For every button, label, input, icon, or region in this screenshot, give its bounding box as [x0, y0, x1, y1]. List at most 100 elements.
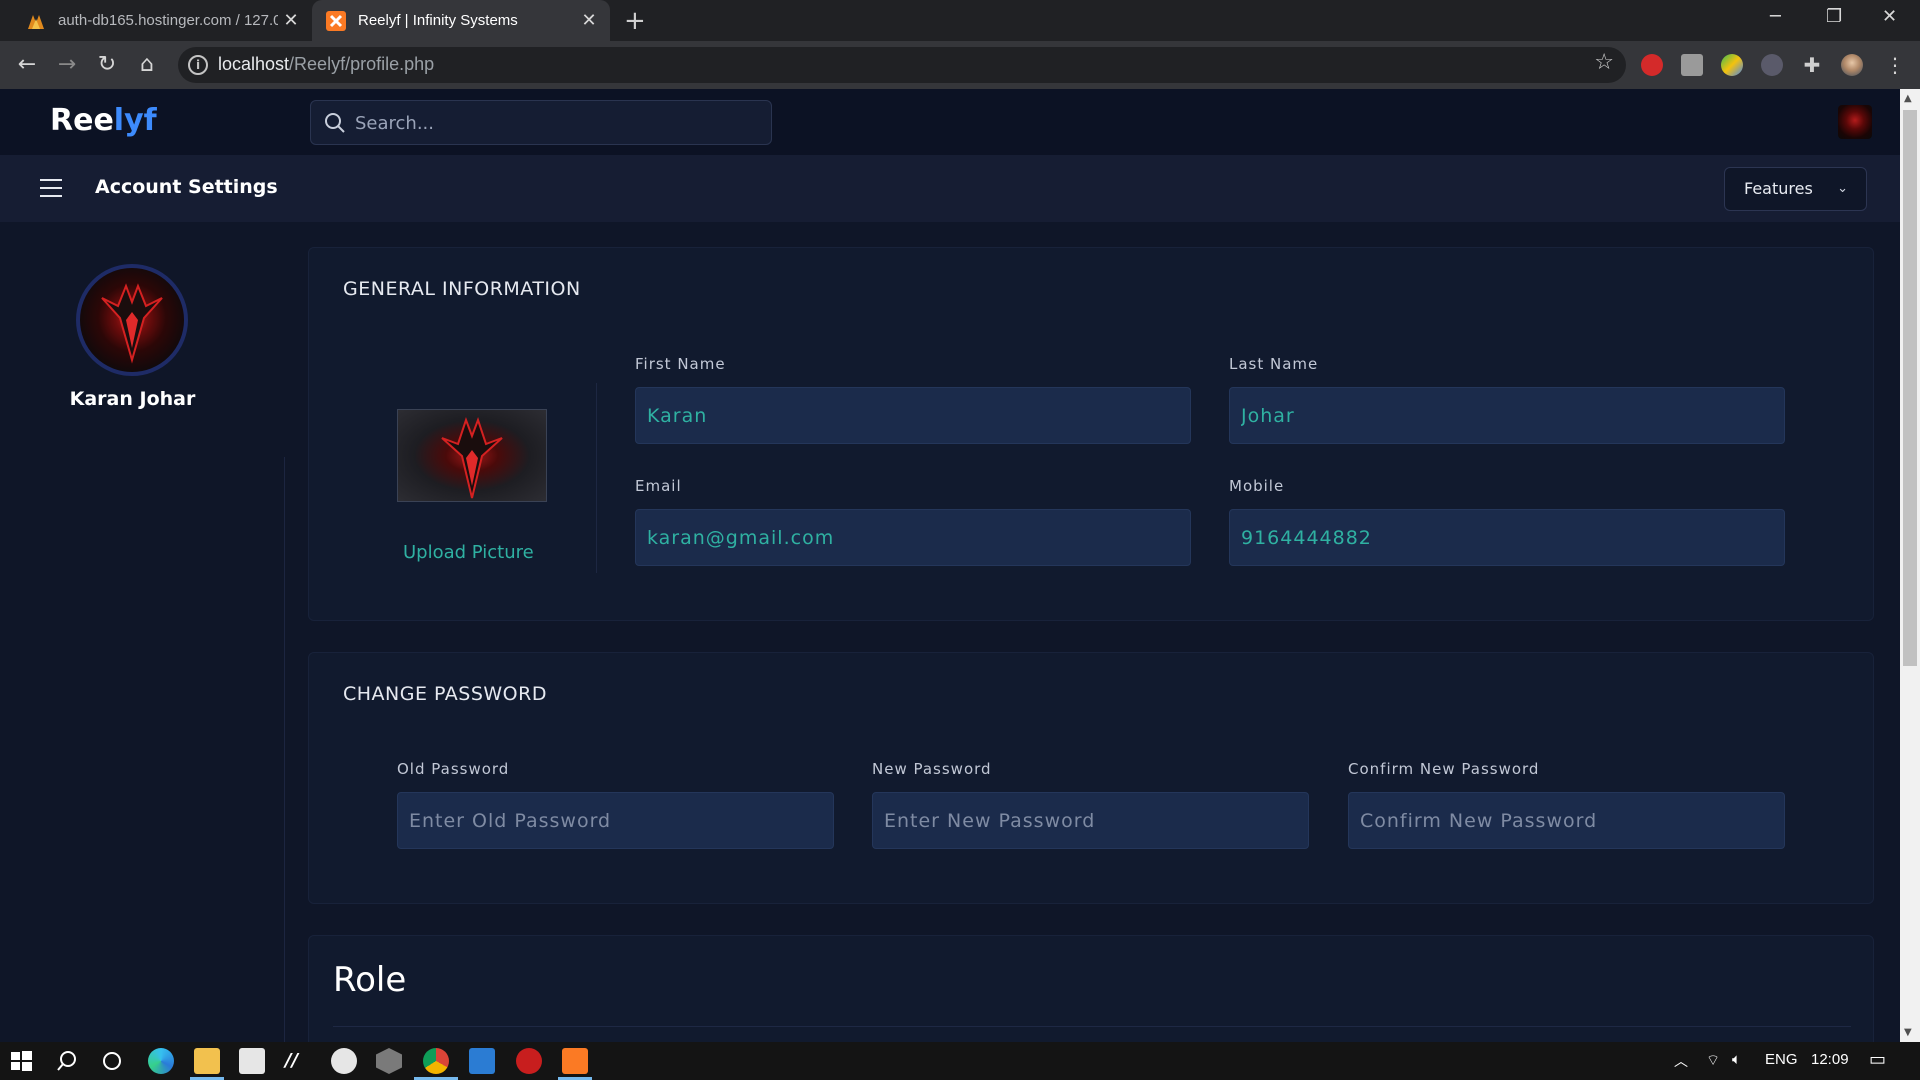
- scrollbar-thumb[interactable]: [1903, 110, 1917, 666]
- email-label: Email: [635, 477, 682, 495]
- edge-browser-icon[interactable]: [148, 1048, 174, 1074]
- back-icon[interactable]: ←: [12, 50, 42, 80]
- search-input[interactable]: [355, 107, 755, 139]
- user-avatar[interactable]: [1838, 105, 1872, 139]
- scroll-up-icon[interactable]: ▲: [1904, 93, 1912, 104]
- features-label: Features: [1744, 179, 1813, 198]
- upload-picture-button[interactable]: Upload Picture: [403, 542, 534, 563]
- browser-menu-icon[interactable]: ⋮: [1880, 50, 1910, 80]
- app-slash-icon[interactable]: //: [285, 1048, 311, 1074]
- url-host: localhost: [218, 54, 290, 74]
- confirm-password-input[interactable]: [1349, 793, 1784, 848]
- language-indicator[interactable]: ENG: [1765, 1051, 1798, 1068]
- old-password-field: [397, 792, 834, 849]
- new-tab-icon[interactable]: +: [624, 6, 646, 36]
- mail-icon[interactable]: [469, 1048, 495, 1074]
- drive-extension-icon[interactable]: [1721, 54, 1743, 76]
- tab-hostinger[interactable]: auth-db165.hostinger.com / 127.0 ✕: [12, 0, 312, 41]
- sidebar-divider: [284, 457, 285, 1042]
- chevron-down-icon: ⌄: [1837, 181, 1848, 196]
- confirm-password-label: Confirm New Password: [1348, 760, 1540, 778]
- tab-reelyf[interactable]: Reelyf | Infinity Systems ✕: [312, 0, 610, 41]
- bookmark-star-icon[interactable]: ☆: [1594, 50, 1614, 75]
- windows-start-icon[interactable]: [8, 1048, 34, 1074]
- profile-picture-preview: [397, 409, 547, 502]
- section-divider: [596, 383, 597, 573]
- role-divider: [333, 1026, 1851, 1027]
- close-tab-icon[interactable]: ✕: [576, 10, 602, 31]
- new-password-input[interactable]: [873, 793, 1308, 848]
- new-password-field: [872, 792, 1309, 849]
- reload-icon[interactable]: ↻: [92, 50, 122, 80]
- demon-emblem-icon: [441, 417, 503, 499]
- notifications-icon[interactable]: ▭: [1869, 1049, 1886, 1070]
- search-box: [310, 100, 772, 145]
- close-window-icon[interactable]: ✕: [1882, 6, 1897, 27]
- old-password-input[interactable]: [398, 793, 833, 848]
- search-icon: [325, 113, 345, 133]
- volume-icon[interactable]: 🔈︎: [1732, 1051, 1741, 1068]
- menu-toggle-icon[interactable]: [40, 179, 62, 197]
- unity-icon[interactable]: [376, 1048, 402, 1074]
- last-name-input[interactable]: [1230, 388, 1784, 443]
- xampp-icon[interactable]: [562, 1048, 588, 1074]
- first-name-input[interactable]: [636, 388, 1190, 443]
- chrome-icon[interactable]: [423, 1048, 449, 1074]
- site-info-icon[interactable]: i: [188, 55, 208, 75]
- old-password-label: Old Password: [397, 760, 510, 778]
- scroll-down-icon[interactable]: ▼: [1904, 1027, 1912, 1038]
- features-dropdown[interactable]: Features ⌄: [1724, 167, 1867, 211]
- adblock-extension-icon[interactable]: [1641, 54, 1663, 76]
- network-icon[interactable]: ⌔: [1706, 1051, 1720, 1070]
- taskbar-search-icon[interactable]: [54, 1048, 80, 1074]
- url-text[interactable]: localhost/Reelyf/profile.php: [218, 54, 434, 75]
- page-subheader: Account Settings Features ⌄: [0, 155, 1900, 222]
- change-password-heading: CHANGE PASSWORD: [343, 683, 547, 705]
- role-panel: Role: [308, 935, 1874, 1055]
- mobile-field: [1229, 509, 1785, 566]
- store-icon[interactable]: [239, 1048, 265, 1074]
- cast-extension-icon[interactable]: [1681, 54, 1703, 76]
- profile-name: Karan Johar: [69, 388, 196, 410]
- forward-icon[interactable]: →: [52, 50, 82, 80]
- app-logo[interactable]: Reelyf: [50, 103, 157, 138]
- tab-title: Reelyf | Infinity Systems: [358, 12, 518, 29]
- demon-emblem-icon: [101, 283, 163, 364]
- first-name-field: [635, 387, 1191, 444]
- logo-primary-text: Ree: [50, 103, 114, 138]
- logo-accent-text: lyf: [113, 103, 157, 138]
- browser-tab-strip: auth-db165.hostinger.com / 127.0 ✕ Reely…: [0, 0, 1920, 41]
- restore-icon[interactable]: ❐: [1826, 6, 1842, 27]
- xbox-icon[interactable]: [331, 1048, 357, 1074]
- mobile-label: Mobile: [1229, 477, 1285, 495]
- close-tab-icon[interactable]: ✕: [278, 10, 304, 31]
- file-explorer-icon[interactable]: [194, 1048, 220, 1074]
- home-icon[interactable]: ⌂: [132, 50, 162, 80]
- clock[interactable]: 12:09: [1811, 1051, 1849, 1068]
- new-password-label: New Password: [872, 760, 992, 778]
- cortana-icon[interactable]: [99, 1048, 125, 1074]
- tray-expand-icon[interactable]: ︿: [1674, 1051, 1688, 1071]
- xampp-favicon-icon: [326, 10, 346, 31]
- browser-toolbar: ← → ↻ ⌂ i localhost/Reelyf/profile.php ☆…: [0, 41, 1920, 89]
- change-password-panel: CHANGE PASSWORD Old Password New Passwor…: [308, 652, 1874, 904]
- windows-taskbar: // ︿ ⌔ 🔈︎ ENG 12:09 ▭: [0, 1042, 1920, 1080]
- profile-sidebar: Karan Johar: [0, 222, 285, 1042]
- confirm-password-field: [1348, 792, 1785, 849]
- app-header: Reelyf: [0, 89, 1900, 155]
- general-information-heading: GENERAL INFORMATION: [343, 278, 581, 300]
- profile-avatar: [76, 264, 188, 376]
- tab-title: auth-db165.hostinger.com / 127.0: [58, 12, 278, 29]
- extensions-puzzle-icon[interactable]: ✚: [1801, 54, 1823, 76]
- email-input[interactable]: [636, 510, 1190, 565]
- spy-extension-icon[interactable]: [1761, 54, 1783, 76]
- address-bar[interactable]: i localhost/Reelyf/profile.php ☆: [178, 47, 1626, 83]
- general-information-panel: GENERAL INFORMATION Upload Picture First…: [308, 247, 1874, 621]
- email-field: [635, 509, 1191, 566]
- page-scrollbar[interactable]: ▲ ▼: [1900, 89, 1920, 1042]
- minimize-icon[interactable]: ─: [1770, 6, 1781, 27]
- hostinger-favicon-icon: [28, 14, 44, 29]
- profile-avatar-icon[interactable]: [1841, 54, 1863, 76]
- security-app-icon[interactable]: [516, 1048, 542, 1074]
- mobile-input[interactable]: [1230, 510, 1784, 565]
